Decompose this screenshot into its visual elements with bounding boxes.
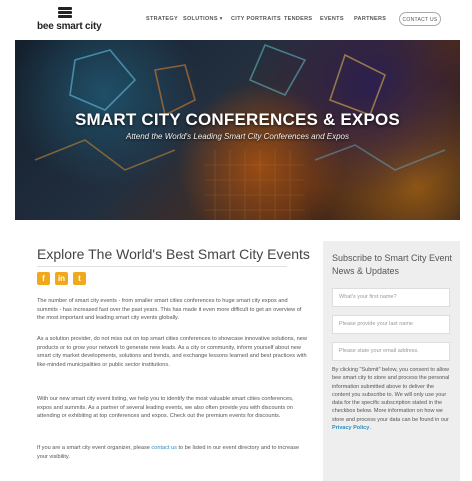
solution-provider-paragraph: As a solution provider, do not miss out … [37, 336, 307, 368]
contact-us-link[interactable]: contact us [151, 445, 177, 451]
nav-city-portraits[interactable]: CITY PORTRAITS [231, 16, 281, 22]
hero-banner: SMART CITY CONFERENCES & EXPOS Attend th… [15, 40, 460, 220]
page-title: Explore The World's Best Smart City Even… [37, 246, 310, 262]
site-header: bee smart city STRATEGY SOLUTIONS ▾ CITY… [0, 0, 472, 40]
email-field[interactable]: Please state your email address. [332, 342, 450, 361]
subscribe-sidebar: Subscribe to Smart City Event News & Upd… [323, 241, 460, 481]
organizer-text-start: If you are a smart city event organizer,… [37, 445, 152, 451]
first-name-field[interactable]: What's your first name? [332, 288, 450, 307]
nav-partners[interactable]: PARTNERS [354, 16, 386, 22]
hero-subtitle: Attend the World's Leading Smart City Co… [126, 132, 349, 141]
nav-solutions[interactable]: SOLUTIONS ▾ [183, 16, 223, 22]
event-listing-paragraph: With our new smart city event listing, w… [37, 396, 294, 420]
nav-events[interactable]: EVENTS [320, 16, 344, 22]
consent-end: . [369, 425, 371, 432]
facebook-icon[interactable]: f [37, 272, 50, 285]
intro-paragraph: The number of smart city events - from s… [37, 298, 302, 322]
twitter-icon[interactable]: t [73, 272, 86, 285]
linkedin-icon[interactable]: in [55, 272, 68, 285]
nav-strategy[interactable]: STRATEGY [146, 16, 178, 22]
title-divider [37, 266, 287, 267]
organizer-paragraph: If you are a smart city event organizer,… [37, 444, 309, 461]
consent-body: By clicking "Submit" below, you consent … [332, 367, 450, 423]
hero-background-graphic [15, 40, 460, 220]
last-name-field[interactable]: Please provide your last name [332, 315, 450, 334]
consent-text: By clicking "Submit" below, you consent … [332, 366, 453, 432]
subscribe-title: Subscribe to Smart City Event News & Upd… [332, 253, 453, 276]
nav-tenders[interactable]: TENDERS [284, 16, 312, 22]
privacy-policy-link[interactable]: Privacy Policy [332, 425, 369, 431]
contact-us-button[interactable]: CONTACT US [399, 12, 441, 26]
hero-title: SMART CITY CONFERENCES & EXPOS [75, 110, 400, 129]
